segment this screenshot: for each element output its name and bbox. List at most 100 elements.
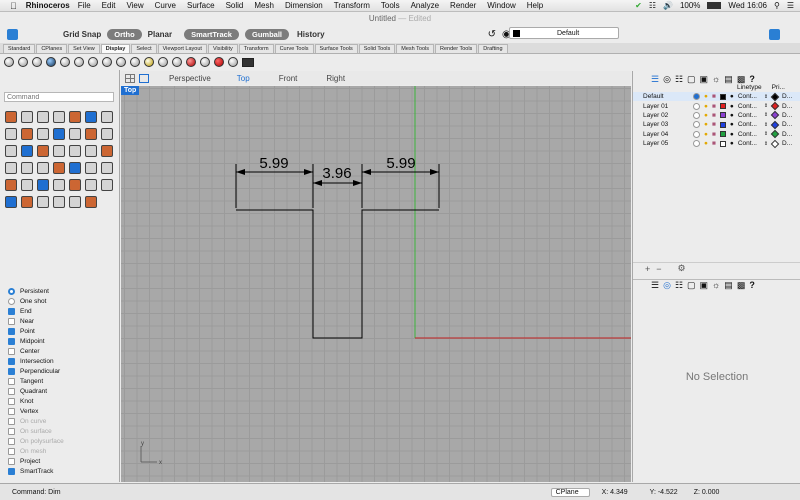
layer-color-swatch[interactable] (719, 103, 726, 110)
offset-tool-icon[interactable] (53, 128, 65, 140)
stepper-icon[interactable]: ⇕ (764, 131, 768, 137)
add-layer-button[interactable]: + (645, 264, 650, 274)
tab-right[interactable]: Right (326, 74, 345, 83)
material-icon[interactable]: ● (730, 93, 734, 100)
cplane-dropdown[interactable]: CPlane (550, 487, 590, 497)
current-layer-dropdown[interactable]: Default (509, 27, 619, 39)
sphere-icon[interactable] (144, 57, 154, 67)
materials-icon[interactable]: ◎ (663, 74, 671, 84)
stepper-icon[interactable]: ⇕ (764, 141, 768, 147)
polygon-tool-icon[interactable] (21, 128, 33, 140)
rendered-icon[interactable] (32, 57, 42, 67)
sidebar-toggle-left-icon[interactable] (7, 28, 18, 40)
print-header[interactable]: Pri... (772, 84, 785, 92)
camera-icon[interactable]: ▣ (700, 74, 709, 84)
osnap-perpendicular[interactable]: Perpendicular (8, 366, 116, 376)
gumball-toggle[interactable]: Gumball (244, 28, 289, 40)
menu-file[interactable]: File (78, 1, 91, 10)
history-toggle[interactable]: History (297, 30, 325, 39)
menu-tools[interactable]: Tools (381, 1, 400, 10)
top-viewport[interactable]: Top 5.99 3.96 5.99 y x (121, 86, 631, 482)
layer-radio-icon[interactable] (693, 111, 700, 119)
artistic-icon[interactable] (88, 57, 98, 67)
menu-edit[interactable]: Edit (102, 1, 116, 10)
revolve-tool-icon[interactable] (21, 162, 33, 174)
wireframe-icon[interactable] (4, 57, 14, 67)
extend-tool-icon[interactable] (69, 128, 81, 140)
material-icon[interactable]: ● (730, 103, 734, 110)
props-display-icon[interactable]: ▩ (737, 280, 746, 291)
linetype[interactable]: Cont... (738, 112, 764, 119)
layer-color-swatch[interactable] (719, 112, 726, 119)
checkbox[interactable] (8, 357, 15, 365)
hide-objects-icon[interactable] (214, 57, 224, 67)
box-tool-icon[interactable] (5, 145, 17, 157)
tab-mesh-tools[interactable]: Mesh Tools (396, 44, 434, 53)
tab-drafting[interactable]: Drafting (478, 44, 508, 53)
layer-row[interactable]: Layer 01 ● ■ ● Cont... ⇕ D... (633, 101, 800, 111)
tab-solid-tools[interactable]: Solid Tools (358, 44, 396, 53)
circle-tool-icon[interactable] (69, 111, 81, 123)
print-width[interactable]: D... (782, 112, 792, 119)
osnap-near[interactable]: Near (8, 316, 116, 326)
checkbox[interactable] (8, 407, 15, 415)
tab-viewport-layout[interactable]: Viewport Layout (157, 44, 207, 53)
layer-name[interactable]: Layer 02 (643, 112, 683, 119)
hatch-tool-icon[interactable] (37, 196, 49, 208)
rectangle-tool-icon[interactable] (5, 128, 17, 140)
layer-color-swatch[interactable] (719, 140, 726, 147)
osnap-project[interactable]: Project (8, 456, 116, 466)
document-icon[interactable]: ☷ (675, 74, 683, 84)
print-color-diamond[interactable] (770, 92, 780, 101)
tab-set-view[interactable]: Set View (68, 44, 100, 53)
stepper-icon[interactable]: ⇕ (764, 94, 768, 100)
checkbox[interactable] (8, 367, 15, 375)
dimension-left[interactable]: 5.99 (259, 155, 288, 172)
material-icon[interactable]: ● (730, 131, 734, 138)
checkbox[interactable] (8, 397, 15, 405)
lock-icon[interactable]: ■ (712, 121, 716, 128)
linetype-header[interactable]: Linetype (737, 84, 762, 92)
tab-transform[interactable]: Transform (238, 44, 274, 53)
battery-percent[interactable]: 100% (680, 1, 700, 10)
move-tool-icon[interactable] (85, 162, 97, 174)
print-width[interactable]: D... (782, 131, 792, 138)
check-icon[interactable]: ✔ (635, 1, 642, 10)
osnap-persistent[interactable]: Persistent (8, 286, 116, 296)
osnap-tangent[interactable]: Tangent (8, 376, 116, 386)
bulb-icon[interactable]: ● (704, 140, 708, 147)
osnap-knot[interactable]: Knot (8, 396, 116, 406)
print-width[interactable]: D... (782, 121, 792, 128)
layer-color-swatch[interactable] (719, 93, 726, 100)
layer-name[interactable]: Default (643, 93, 683, 100)
arc-tool-icon[interactable] (101, 111, 113, 123)
point-tool-icon[interactable] (21, 111, 33, 123)
osnap-end[interactable]: End (8, 306, 116, 316)
search-icon[interactable]: ⚲ (774, 1, 780, 10)
command-input[interactable] (4, 92, 114, 102)
bulb-icon[interactable]: ● (704, 93, 708, 100)
stepper-icon[interactable]: ⇕ (764, 122, 768, 128)
polyline-tool-icon[interactable] (37, 111, 49, 123)
print-color-diamond[interactable] (770, 111, 780, 120)
sweep-tool-icon[interactable] (5, 162, 17, 174)
layer-radio-icon[interactable] (693, 121, 700, 129)
osnap-quadrant[interactable]: Quadrant (8, 386, 116, 396)
monitor-icon[interactable] (242, 57, 254, 67)
checkbox[interactable] (8, 467, 15, 475)
menu-transform[interactable]: Transform (334, 1, 370, 10)
shaded-icon[interactable] (18, 57, 28, 67)
print-width[interactable]: D... (782, 93, 792, 100)
menu-window[interactable]: Window (487, 1, 515, 10)
tab-top[interactable]: Top (237, 74, 250, 83)
tab-standard[interactable]: Standard (3, 44, 36, 53)
curvature-icon[interactable] (200, 57, 210, 67)
monochrome-icon[interactable] (130, 57, 140, 67)
fillet-tool-icon[interactable] (37, 128, 49, 140)
tab-perspective[interactable]: Perspective (169, 74, 211, 83)
dimension-tool-icon[interactable] (5, 196, 17, 208)
lock-icon[interactable]: ■ (712, 131, 716, 138)
env-map-icon[interactable] (172, 57, 182, 67)
lock-icon[interactable]: ■ (712, 103, 716, 110)
dimension-middle[interactable]: 3.96 (322, 165, 351, 182)
